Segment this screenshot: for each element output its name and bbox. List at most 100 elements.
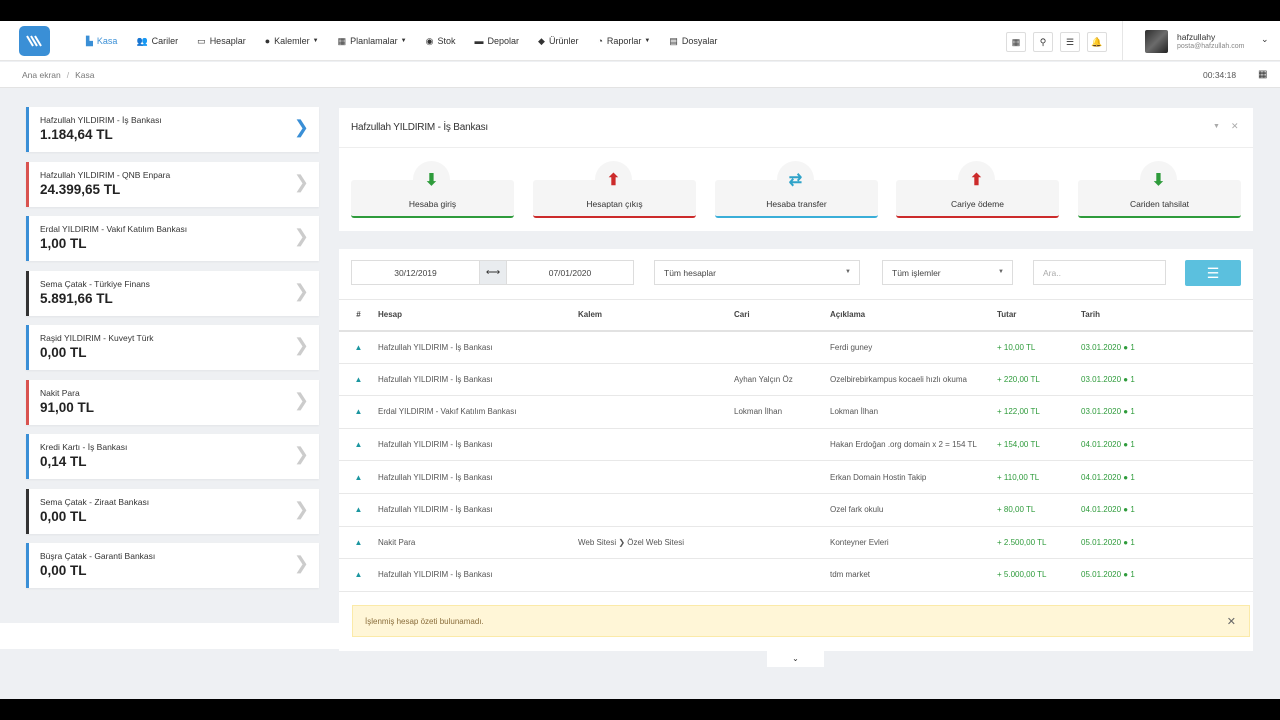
table-row[interactable]: ▲ Hafzullah YILDIRIM - İş Bankası Erkan Do… (339, 460, 1253, 494)
account-name: Erdal YILDIRIM - Vakıf Katılım Bankası (40, 224, 188, 234)
cell-kalem (578, 363, 734, 397)
breadcrumb-current: Kasa (75, 70, 95, 80)
account-card[interactable]: Raşid YILDIRIM - Kuveyt Türk 0,00 TL ❯ (26, 325, 319, 370)
date-to-input[interactable]: 07/01/2020 (506, 260, 634, 285)
comment-count: 1 (1130, 342, 1135, 352)
menu-button[interactable]: ☰ (1185, 260, 1241, 286)
nav-item-label: Dosyalar (681, 36, 718, 46)
chevron-down-icon[interactable]: ⌄ (1261, 34, 1269, 45)
upload-icon: ⬆ (595, 161, 632, 198)
download-icon: ⬇ (1140, 161, 1177, 198)
account-panel: Hafzullah YILDIRIM - İş Bankası ▼ ✕ ⬇ Hes… (339, 108, 1253, 231)
nav-item-urunler[interactable]: ◆ Ürünler (538, 36, 578, 47)
date-text: 04.01.2020 (1081, 440, 1122, 450)
cell-tarih: 04.01.2020 ● 1 (1081, 493, 1253, 527)
cell-aciklama: Hakan Erdoğan .org domain x 2 = 154 TL (830, 428, 997, 462)
account-balance: 0,00 TL (40, 345, 87, 360)
nav-item-stok[interactable]: ◉ Stok (426, 36, 456, 47)
account-balance: 0,14 TL (40, 454, 87, 469)
nav-item-planlamalar[interactable]: ▦ Planlamalar ▼ (338, 36, 407, 47)
info-alert: İşlenmiş hesap özeti bulunamadı. ✕ (352, 605, 1250, 637)
nav-item-depolar[interactable]: ▬ Depolar (475, 36, 520, 46)
account-list: Hafzullah YILDIRIM - İş Bankası 1.184,64 … (26, 107, 319, 598)
action-hesaba-giris[interactable]: ⬇ Hesaba giriş (351, 161, 514, 218)
account-card[interactable]: Nakit Para 91,00 TL ❯ (26, 379, 319, 425)
calculator-icon[interactable]: ▦ (1006, 32, 1026, 52)
action-hesaptan-cikis[interactable]: ⬆ Hesaptan çıkış (533, 161, 696, 218)
nav-item-kasa[interactable]: ▙ Kasa (86, 36, 117, 47)
account-card[interactable]: Hafzullah YILDIRIM - QNB Enpara 24.399,65… (26, 161, 319, 207)
date-text: 03.01.2020 (1081, 374, 1122, 384)
type-select[interactable]: Tüm işlemler ▼ (882, 260, 1013, 285)
bell-icon: ▲ (339, 363, 378, 397)
nav-item-label: Kasa (96, 36, 118, 46)
app-logo[interactable] (19, 26, 50, 56)
comment-count: 1 (1130, 570, 1135, 580)
avatar (1145, 30, 1168, 53)
table-row[interactable]: ▲ Erdal YILDIRIM - Vakıf Katılım Bankası L… (339, 395, 1253, 429)
table-row[interactable]: ▲ Hafzullah YILDIRIM - İş Bankası Ozel far… (339, 493, 1253, 527)
nav-item-cariler[interactable]: 👥 Cariler (136, 36, 178, 47)
stok-icon: ◉ (425, 35, 434, 46)
alert-text: İşlenmiş hesap özeti bulunamadı. (365, 617, 484, 626)
account-select[interactable]: Tüm hesaplar ▼ (654, 260, 860, 285)
account-name: Büşra Çatak - Garanti Bankası (40, 551, 156, 561)
close-icon[interactable]: ✕ (1231, 121, 1239, 132)
column-header-aciklama: Açıklama (830, 299, 997, 332)
sidebar-footer (0, 623, 340, 649)
nav-item-kalemler[interactable]: ● Kalemler ▼ (265, 36, 319, 46)
cell-aciklama: Lokman İlhan (830, 395, 997, 429)
nav-item-label: Ürünler (548, 36, 579, 46)
dosyalar-icon: ▤ (669, 35, 678, 46)
action-label: Cariye ödeme (951, 199, 1004, 209)
column-header-hesap: Hesap (378, 299, 578, 332)
nav-item-hesaplar[interactable]: ▭ Hesaplar (197, 36, 246, 47)
account-name: Raşid YILDIRIM - Kuveyt Türk (40, 333, 154, 343)
table-row[interactable]: ▲ Hafzullah YILDIRIM - İş Bankası tdm mark… (339, 558, 1253, 592)
cell-kalem: Web Sitesi ❯ Özel Web Sitesi (578, 526, 734, 560)
table-row[interactable]: ▲ Hafzullah YILDIRIM - İş Bankası Ferdi gu… (339, 330, 1253, 364)
account-card[interactable]: Hafzullah YILDIRIM - İş Bankası 1.184,64 … (26, 107, 319, 152)
account-balance: 1.184,64 TL (40, 127, 113, 142)
bell-icon[interactable]: 🔔 (1087, 32, 1107, 52)
list-icon[interactable]: ☰ (1060, 32, 1080, 52)
action-cariden-tahsilat[interactable]: ⬇ Cariden tahsilat (1078, 161, 1241, 218)
account-card[interactable]: Kredi Kartı - İş Bankası 0,14 TL ❯ (26, 434, 319, 479)
transaction-list: 30/12/2019 ⟷ 07/01/2020 Tüm hesaplar ▼ Tü… (339, 249, 1253, 651)
raporlar-icon: ◔ (597, 36, 603, 46)
action-cariye-odeme[interactable]: ⬆ Cariye ödeme (896, 161, 1059, 218)
grid-icon[interactable]: ▦ (1258, 69, 1267, 80)
collapse-icon[interactable]: ▼ (1213, 123, 1220, 130)
swap-icon[interactable]: ⟷ (480, 260, 506, 285)
account-card[interactable]: Büşra Çatak - Garanti Bankası 0,00 TL ❯ (26, 543, 319, 588)
cell-tarih: 03.01.2020 ● 1 (1081, 395, 1253, 429)
search-input[interactable]: Ara.. (1033, 260, 1166, 285)
table-row[interactable]: ▲ Hafzullah YILDIRIM - İş Bankası Hakan Er… (339, 428, 1253, 462)
search-icon[interactable]: ⚲ (1033, 32, 1053, 52)
cell-tarih: 04.01.2020 ● 1 (1081, 460, 1253, 494)
action-label: Hesaba transfer (766, 199, 827, 209)
cell-aciklama: Konteyner Evleri (830, 526, 997, 560)
chevron-right-icon: ❯ (293, 553, 309, 573)
action-hesaba-transfer[interactable]: ⇄ Hesaba transfer (715, 161, 878, 218)
nav-item-dosyalar[interactable]: ▤ Dosyalar (669, 36, 717, 47)
bell-icon: ▲ (339, 428, 378, 462)
nav-item-label: Stok (437, 36, 456, 46)
scroll-down-button[interactable]: ⌄ (767, 649, 824, 667)
bell-icon: ▲ (339, 330, 378, 364)
breadcrumb-separator: / (66, 70, 70, 80)
table-row[interactable]: ▲ Nakit Para Web Sitesi ❯ Özel Web Sitesi K… (339, 526, 1253, 560)
user-menu[interactable]: hafzullahy posta@hafzullah.com ⌄ (1122, 21, 1280, 61)
nav-item-raporlar[interactable]: ◔ Raporlar ▼ (597, 36, 650, 46)
account-card[interactable]: Erdal YILDIRIM - Vakıf Katılım Bankası 1,… (26, 216, 319, 261)
cell-cari (734, 428, 830, 462)
account-select-value: Tüm hesaplar (664, 267, 716, 278)
table-row[interactable]: ▲ Hafzullah YILDIRIM - İş Bankası Ayhan Ya… (339, 363, 1253, 397)
account-card[interactable]: Sema Çatak - Ziraat Bankası 0,00 TL ❯ (26, 488, 319, 534)
account-card[interactable]: Sema Çatak - Türkiye Finans 5.891,66 TL ❯ (26, 270, 319, 316)
breadcrumb-home[interactable]: Ana ekran (22, 70, 61, 80)
cell-aciklama: tdm market (830, 558, 997, 592)
date-from-input[interactable]: 30/12/2019 (351, 260, 480, 285)
close-icon[interactable]: ✕ (1227, 615, 1236, 628)
bell-icon: ▲ (339, 395, 378, 429)
